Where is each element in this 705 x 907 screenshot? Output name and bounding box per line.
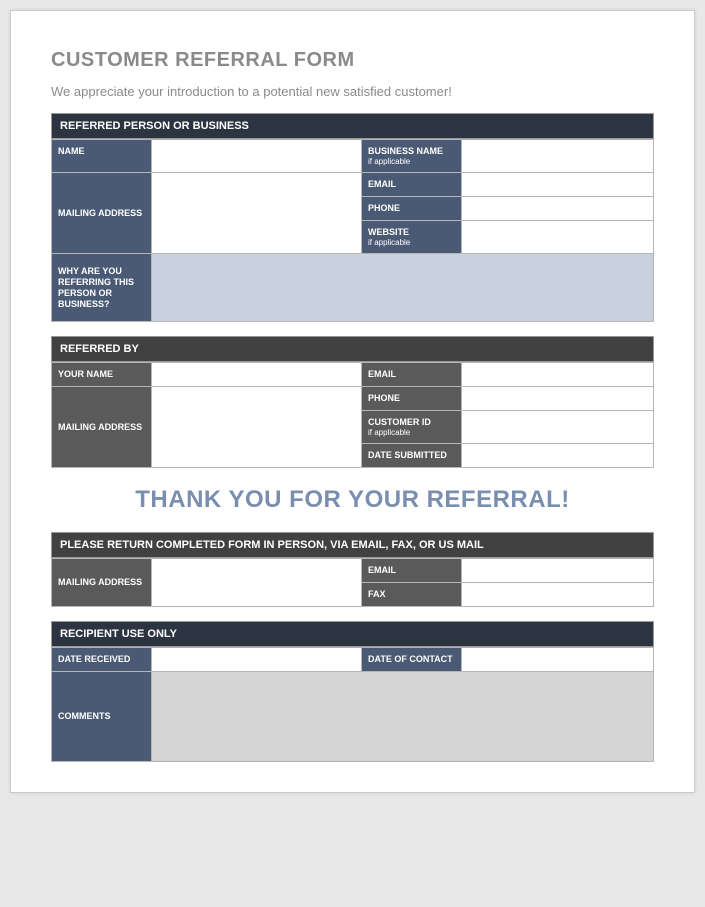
field-mailing-address2[interactable] [152, 387, 362, 468]
field-website[interactable] [462, 220, 654, 253]
label-your-name: YOUR NAME [52, 363, 152, 387]
section1-table: NAME BUSINESS NAME if applicable MAILING… [51, 139, 654, 322]
label-why: WHY ARE YOU REFERRING THIS PERSON OR BUS… [52, 254, 152, 322]
field-date-submitted[interactable] [462, 444, 654, 468]
label-mailing-address2: MAILING ADDRESS [52, 387, 152, 468]
label-mailing-address: MAILING ADDRESS [52, 173, 152, 254]
field-date-received[interactable] [152, 647, 362, 671]
field-phone[interactable] [462, 197, 654, 221]
section2-header: REFERRED BY [51, 336, 654, 362]
section3-table: MAILING ADDRESS EMAIL FAX [51, 558, 654, 607]
field-email[interactable] [462, 173, 654, 197]
section4-table: DATE RECEIVED DATE OF CONTACT COMMENTS [51, 647, 654, 762]
field-business-name[interactable] [462, 140, 654, 173]
section4-header: RECIPIENT USE ONLY [51, 621, 654, 647]
field-mailing-address3[interactable] [152, 559, 362, 607]
field-customer-id[interactable] [462, 410, 654, 443]
field-fax[interactable] [462, 582, 654, 606]
label-name: NAME [52, 140, 152, 173]
section2-table: YOUR NAME EMAIL MAILING ADDRESS PHONE CU… [51, 362, 654, 468]
label-email2: EMAIL [362, 363, 462, 387]
field-email2[interactable] [462, 363, 654, 387]
label-customer-id: CUSTOMER ID if applicable [362, 410, 462, 443]
label-email: EMAIL [362, 173, 462, 197]
label-website: WEBSITE if applicable [362, 220, 462, 253]
label-comments: COMMENTS [52, 671, 152, 761]
thank-you-message: THANK YOU FOR YOUR REFERRAL! [51, 468, 654, 532]
field-your-name[interactable] [152, 363, 362, 387]
form-page: CUSTOMER REFERRAL FORM We appreciate you… [10, 10, 695, 793]
field-name[interactable] [152, 140, 362, 173]
label-date-submitted: DATE SUBMITTED [362, 444, 462, 468]
form-title: CUSTOMER REFERRAL FORM [51, 49, 654, 72]
label-mailing-address3: MAILING ADDRESS [52, 559, 152, 607]
field-mailing-address[interactable] [152, 173, 362, 254]
field-why[interactable] [152, 254, 654, 322]
section3-header: PLEASE RETURN COMPLETED FORM IN PERSON, … [51, 532, 654, 558]
form-subtitle: We appreciate your introduction to a pot… [51, 84, 654, 99]
field-phone2[interactable] [462, 387, 654, 411]
label-date-contact: DATE OF CONTACT [362, 647, 462, 671]
label-email3: EMAIL [362, 559, 462, 583]
section1-header: REFERRED PERSON OR BUSINESS [51, 113, 654, 139]
label-phone2: PHONE [362, 387, 462, 411]
label-date-received: DATE RECEIVED [52, 647, 152, 671]
field-email3[interactable] [462, 559, 654, 583]
label-business-name: BUSINESS NAME if applicable [362, 140, 462, 173]
label-phone: PHONE [362, 197, 462, 221]
field-comments[interactable] [152, 671, 654, 761]
field-date-contact[interactable] [462, 647, 654, 671]
label-fax: FAX [362, 582, 462, 606]
